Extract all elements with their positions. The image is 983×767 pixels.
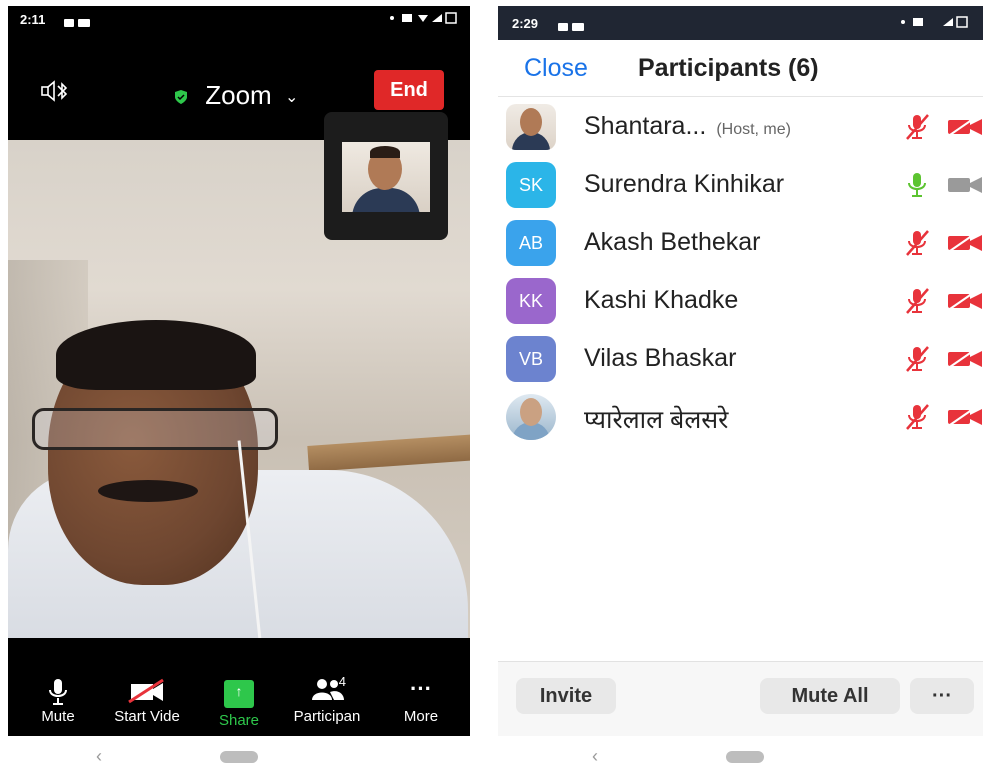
participant-name: Vilas Bhaskar: [584, 344, 736, 373]
microphone-muted-icon[interactable]: [902, 344, 932, 374]
home-nav-pill[interactable]: [726, 751, 764, 763]
participant-row[interactable]: SK Surendra Kinhikar: [498, 156, 983, 214]
video-off-icon: [128, 678, 164, 704]
video-off-icon[interactable]: [946, 406, 983, 428]
zoom-meeting-screen: 2:11 Zoom ⌄ End Mute Start Vide ↑ Share …: [8, 6, 470, 736]
microphone-icon: [49, 679, 67, 705]
mute-all-button[interactable]: Mute All: [760, 678, 900, 714]
participant-name-text: Surendra Kinhikar: [584, 170, 785, 198]
participant-row[interactable]: KK Kashi Khadke: [498, 272, 983, 330]
avatar: AB: [506, 220, 556, 266]
microphone-muted-icon[interactable]: [902, 402, 932, 432]
avatar: [506, 104, 556, 150]
microphone-muted-icon[interactable]: [902, 286, 932, 316]
participant-name: Kashi Khadke: [584, 286, 738, 315]
participant-name-text: प्यारेलाल बेलसरे: [584, 406, 729, 434]
share-button[interactable]: ↑ Share: [194, 678, 284, 729]
participants-header: Close Participants (6): [498, 40, 983, 97]
page-title: Participants (6): [638, 54, 819, 82]
participants-button[interactable]: 4 Participan: [282, 674, 372, 725]
status-bar: 2:29: [498, 6, 983, 40]
system-status-icons: [388, 12, 458, 27]
participant-name: Akash Bethekar: [584, 228, 761, 257]
speaker-figure: [98, 480, 198, 502]
self-view-video: [342, 142, 430, 212]
microphone-muted-icon[interactable]: [902, 112, 932, 142]
participant-name-text: Shantara...: [584, 112, 707, 140]
share-arrow-icon: ↑: [224, 680, 254, 708]
speaker-figure: [56, 320, 256, 390]
avatar: KK: [506, 278, 556, 324]
participants-count: 4: [338, 674, 346, 689]
more-button[interactable]: ··· More: [376, 676, 466, 726]
participant-row[interactable]: AB Akash Bethekar: [498, 214, 983, 272]
notification-icons: [554, 18, 584, 33]
gallery-icon: [60, 14, 90, 29]
end-meeting-button[interactable]: End: [374, 70, 444, 110]
video-off-icon[interactable]: [946, 116, 983, 138]
start-video-button[interactable]: Start Vide: [102, 678, 192, 725]
status-time: 2:29: [512, 16, 539, 31]
share-label: Share: [218, 712, 260, 729]
status-time: 2:11: [20, 12, 46, 27]
meeting-title: Zoom: [205, 80, 272, 110]
participant-name: प्यारेलाल बेलसरे: [584, 402, 728, 436]
more-dots-icon: ···: [410, 676, 432, 701]
bluetooth-speaker-icon[interactable]: [40, 80, 72, 102]
invite-button[interactable]: Invite: [516, 678, 616, 714]
more-options-button[interactable]: ···: [910, 678, 974, 714]
participant-row[interactable]: Shantara... (Host, me): [498, 98, 983, 156]
video-off-icon[interactable]: [946, 348, 983, 370]
status-bar: 2:11: [8, 6, 470, 32]
more-label: More: [403, 708, 439, 725]
participants-label: Participan: [293, 708, 361, 725]
meeting-toolbar: Mute Start Vide ↑ Share 4 Participan ···…: [8, 672, 470, 736]
system-status-icons: [899, 16, 969, 31]
microphone-icon[interactable]: [902, 170, 932, 200]
avatar: [506, 394, 556, 440]
participant-name-text: Kashi Khadke: [584, 286, 739, 314]
participant-name: Surendra Kinhikar: [584, 170, 784, 199]
participant-name-text: Akash Bethekar: [584, 228, 761, 256]
video-background: [307, 434, 470, 472]
meeting-title-dropdown[interactable]: Zoom ⌄: [174, 80, 298, 111]
self-view-thumbnail[interactable]: [324, 112, 448, 240]
participant-name-text: Vilas Bhaskar: [584, 344, 737, 372]
participants-footer: Invite Mute All ···: [498, 661, 983, 736]
video-off-icon[interactable]: [946, 232, 983, 254]
participant-row[interactable]: VB Vilas Bhaskar: [498, 330, 983, 388]
start-video-label: Start Vide: [114, 708, 180, 725]
video-off-icon[interactable]: [946, 174, 983, 196]
signal-wifi-battery-icon: [390, 12, 457, 24]
mute-label: Mute: [41, 708, 75, 725]
speaker-figure: [32, 408, 278, 450]
avatar: SK: [506, 162, 556, 208]
chevron-down-icon: ⌄: [284, 89, 299, 107]
signal-wifi-battery-icon: [901, 16, 968, 28]
participants-screen: 2:29 Close Participants (6) Shantara... (…: [498, 6, 983, 736]
participant-name: Shantara... (Host, me): [584, 112, 791, 141]
participant-row[interactable]: प्यारेलाल बेलसरे: [498, 388, 983, 446]
home-nav-pill[interactable]: [220, 751, 258, 763]
mute-button[interactable]: Mute: [13, 678, 103, 725]
video-off-icon[interactable]: [946, 290, 983, 312]
encryption-shield-icon: [175, 90, 187, 105]
microphone-muted-icon[interactable]: [902, 228, 932, 258]
avatar: VB: [506, 336, 556, 382]
close-link[interactable]: Close: [524, 54, 588, 83]
participant-role-tag: (Host, me): [716, 121, 791, 138]
